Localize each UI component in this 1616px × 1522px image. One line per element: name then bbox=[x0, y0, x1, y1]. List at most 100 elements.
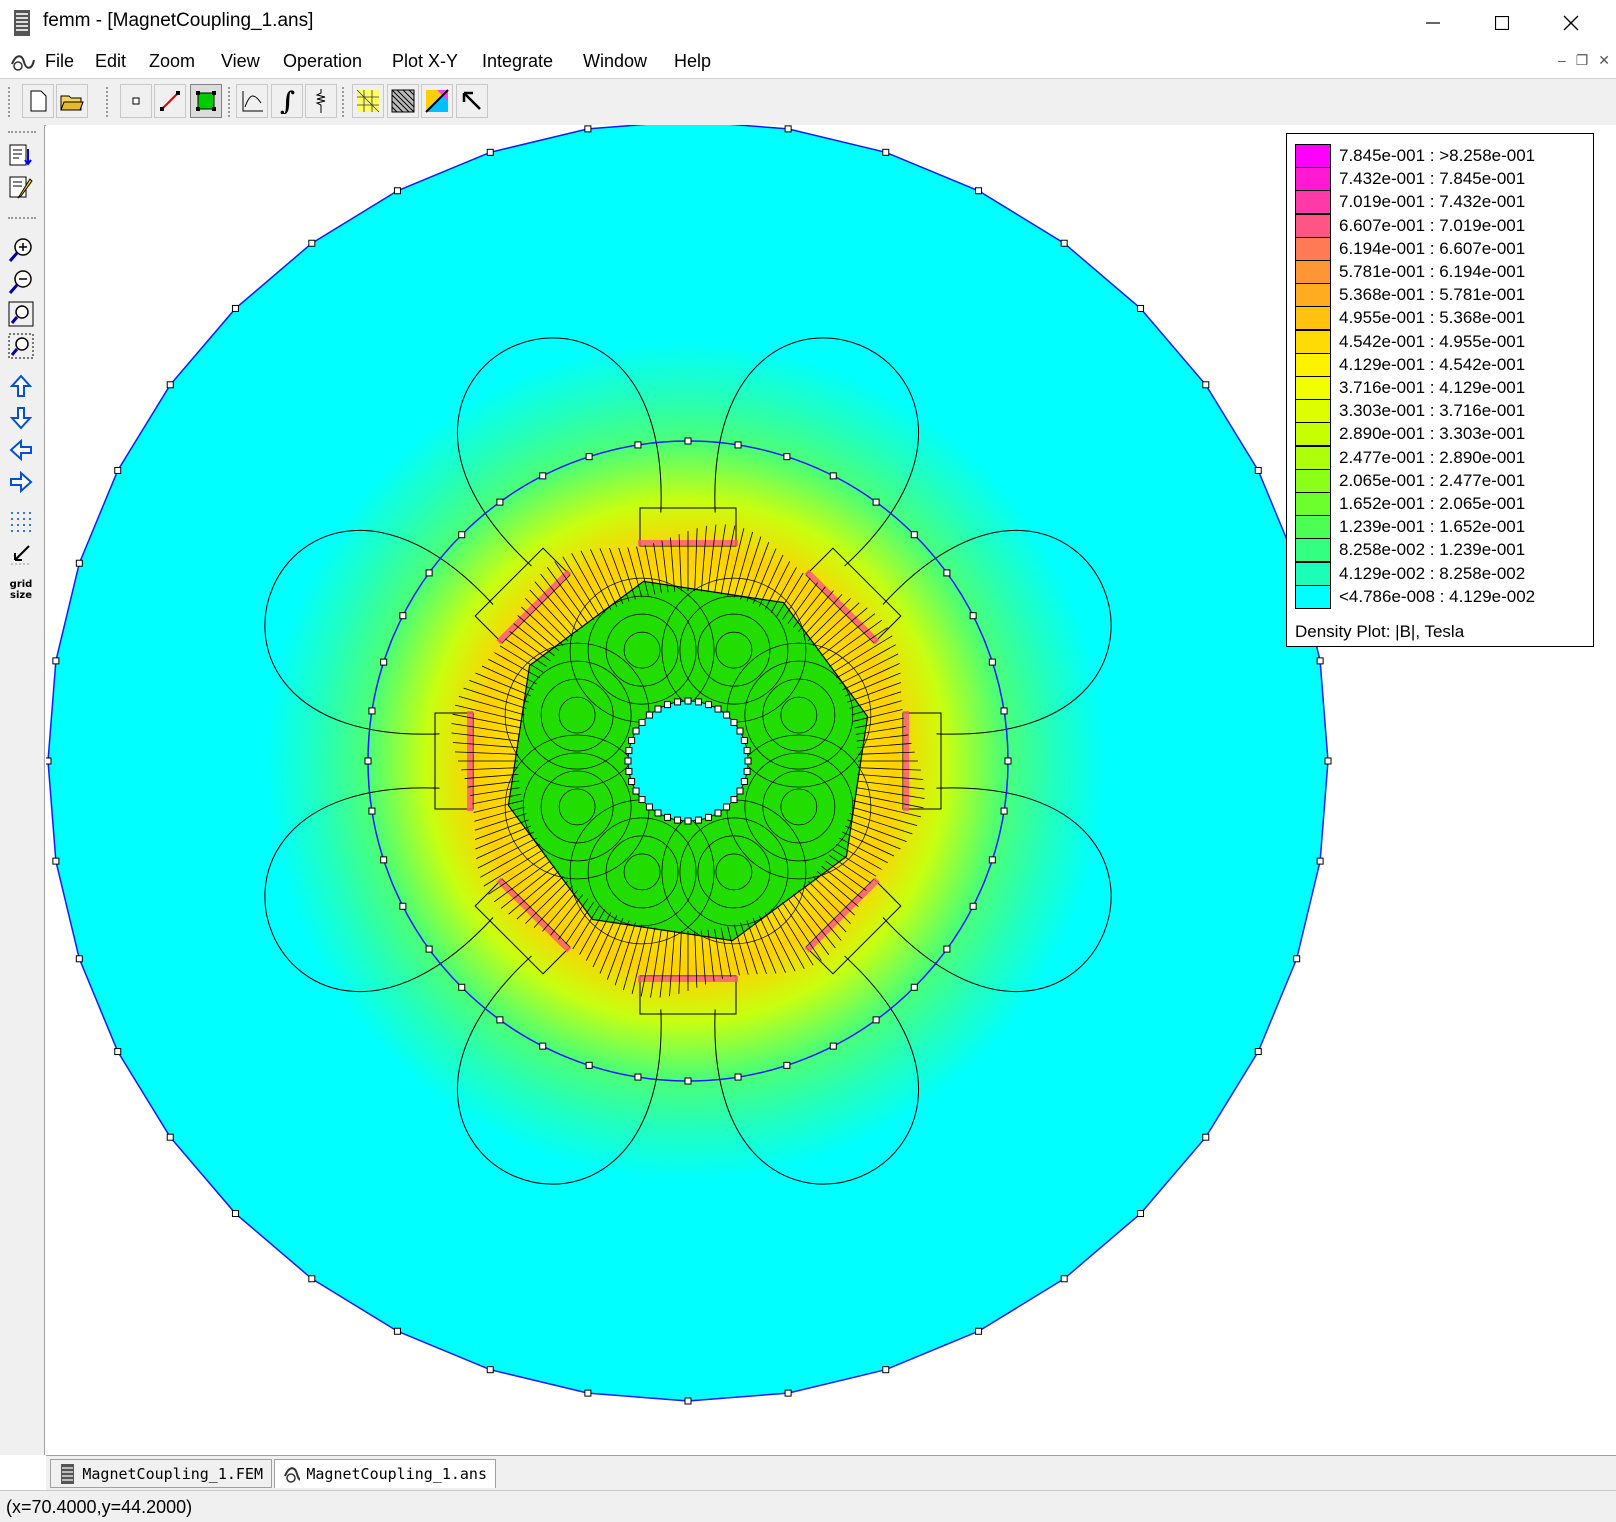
legend-row: 7.019e-001 : 7.432e-001 bbox=[1295, 190, 1525, 215]
plot-xy-button[interactable] bbox=[236, 84, 268, 118]
toolbar-grip[interactable] bbox=[106, 87, 112, 117]
maximize-button[interactable] bbox=[1467, 0, 1537, 46]
pan-right-icon bbox=[10, 471, 33, 493]
menu-help[interactable]: Help bbox=[674, 51, 711, 72]
menu-zoom[interactable]: Zoom bbox=[149, 51, 195, 72]
legend-swatch bbox=[1295, 167, 1331, 192]
menu-plot-xy[interactable]: Plot X-Y bbox=[392, 51, 458, 72]
select-arrow-button[interactable] bbox=[456, 84, 488, 118]
pan-down-button[interactable] bbox=[5, 403, 37, 433]
contour-mode-button[interactable] bbox=[154, 84, 186, 118]
mdi-close-icon[interactable]: ✕ bbox=[1598, 52, 1610, 69]
close-icon bbox=[1563, 15, 1579, 31]
shaft-node bbox=[645, 803, 653, 811]
shaft-node bbox=[638, 718, 646, 726]
menu-operation[interactable]: Operation bbox=[283, 51, 362, 72]
legend-label: 4.955e-001 : 5.368e-001 bbox=[1339, 308, 1526, 328]
tab-ans-file[interactable]: MagnetCoupling_1.ans bbox=[274, 1459, 496, 1488]
menu-window[interactable]: Window bbox=[583, 51, 647, 72]
femm-plot-icon bbox=[284, 1467, 301, 1483]
mesh-toggle-button[interactable] bbox=[352, 84, 384, 118]
integrate-button[interactable]: ∫ bbox=[271, 84, 303, 118]
boundary-node bbox=[486, 1366, 494, 1374]
area-mode-button[interactable] bbox=[190, 84, 222, 118]
boundary-node bbox=[1254, 1048, 1262, 1056]
menu-integrate[interactable]: Integrate bbox=[482, 51, 553, 72]
toolbar-grip[interactable] bbox=[8, 131, 36, 133]
zoom-out-button[interactable] bbox=[5, 267, 37, 297]
menu-file[interactable]: File bbox=[45, 51, 74, 72]
mdi-restore-icon[interactable]: ❐ bbox=[1576, 52, 1589, 69]
boundary-node bbox=[584, 125, 592, 133]
contour-mode-icon bbox=[160, 91, 180, 111]
show-points-button[interactable] bbox=[5, 141, 37, 171]
legend-swatch bbox=[1295, 236, 1331, 261]
zoom-natural-button[interactable] bbox=[5, 299, 37, 329]
boundary-node bbox=[882, 1366, 890, 1374]
point-mode-button[interactable] bbox=[120, 84, 152, 118]
toolbar-grip[interactable] bbox=[342, 87, 348, 117]
boundary-node bbox=[975, 187, 983, 195]
shaft-node bbox=[736, 727, 744, 735]
boundary-node bbox=[584, 1389, 592, 1397]
shaft-node bbox=[654, 705, 662, 713]
menu-edit[interactable]: Edit bbox=[95, 51, 126, 72]
boundary-node bbox=[486, 148, 494, 156]
toolbar-grip[interactable] bbox=[228, 87, 234, 117]
zoom-in-button[interactable] bbox=[5, 235, 37, 265]
shaft-node bbox=[624, 757, 632, 765]
ring-node bbox=[684, 1077, 692, 1085]
legend-label: 3.716e-001 : 4.129e-001 bbox=[1339, 378, 1526, 397]
point-mode-icon bbox=[132, 97, 140, 105]
pan-right-button[interactable] bbox=[5, 467, 37, 497]
ring-node bbox=[585, 1061, 593, 1069]
circuit-props-button[interactable] bbox=[305, 84, 337, 118]
zoom-in-icon bbox=[8, 238, 32, 262]
menu-view[interactable]: View bbox=[221, 51, 260, 72]
ring-node bbox=[634, 1073, 642, 1081]
boundary-node bbox=[1060, 239, 1068, 247]
boundary-node bbox=[52, 857, 60, 865]
grid-size-button[interactable]: grid size bbox=[5, 573, 37, 607]
open-file-button[interactable] bbox=[56, 84, 88, 118]
edit-button[interactable] bbox=[5, 173, 37, 203]
shaft-node bbox=[705, 813, 713, 821]
shaft-node bbox=[663, 701, 671, 709]
legend-row: 1.239e-001 : 1.652e-001 bbox=[1295, 515, 1525, 540]
select-arrow-icon bbox=[462, 91, 481, 110]
close-button[interactable] bbox=[1536, 0, 1606, 46]
boundary-node bbox=[75, 955, 83, 963]
mdi-minimize-icon[interactable]: – bbox=[1558, 52, 1566, 69]
pan-left-button[interactable] bbox=[5, 435, 37, 465]
legend-row: 5.781e-001 : 6.194e-001 bbox=[1295, 260, 1525, 284]
toolbar-grip[interactable] bbox=[8, 217, 36, 219]
ring-node bbox=[988, 658, 996, 666]
shaft-node bbox=[645, 711, 653, 719]
zoom-window-button[interactable] bbox=[5, 331, 37, 361]
legend-swatch bbox=[1295, 492, 1331, 516]
shaft-node bbox=[730, 718, 738, 726]
vector-plot-button[interactable] bbox=[421, 84, 453, 118]
femm-plot-icon[interactable] bbox=[10, 52, 36, 72]
new-file-button[interactable] bbox=[22, 84, 54, 118]
legend-swatch bbox=[1295, 376, 1331, 400]
show-grid-button[interactable] bbox=[5, 507, 37, 537]
density-plot-button[interactable] bbox=[387, 84, 419, 118]
tab-fem-file[interactable]: MagnetCoupling_1.FEM bbox=[50, 1459, 272, 1488]
drawing-canvas[interactable]: 7.845e-001 : >8.258e-001 7.432e-001 : 7.8… bbox=[46, 125, 1616, 1455]
boundary-node bbox=[1060, 1275, 1068, 1283]
shaft-node bbox=[743, 747, 751, 755]
ring-node bbox=[368, 807, 376, 815]
ring-node bbox=[1000, 807, 1008, 815]
ring-node bbox=[783, 1061, 791, 1069]
minimize-button[interactable] bbox=[1398, 0, 1468, 46]
pan-up-button[interactable] bbox=[5, 371, 37, 401]
circuit-props-icon bbox=[315, 89, 326, 113]
snap-grid-icon bbox=[11, 545, 31, 565]
femm-doc-icon bbox=[61, 1463, 74, 1484]
snap-grid-button[interactable] bbox=[5, 539, 37, 569]
boundary-node bbox=[1316, 857, 1324, 865]
main-toolbar: ∫ bbox=[0, 79, 1616, 126]
toolbar-grip[interactable] bbox=[8, 87, 14, 117]
ring-node bbox=[829, 472, 837, 480]
